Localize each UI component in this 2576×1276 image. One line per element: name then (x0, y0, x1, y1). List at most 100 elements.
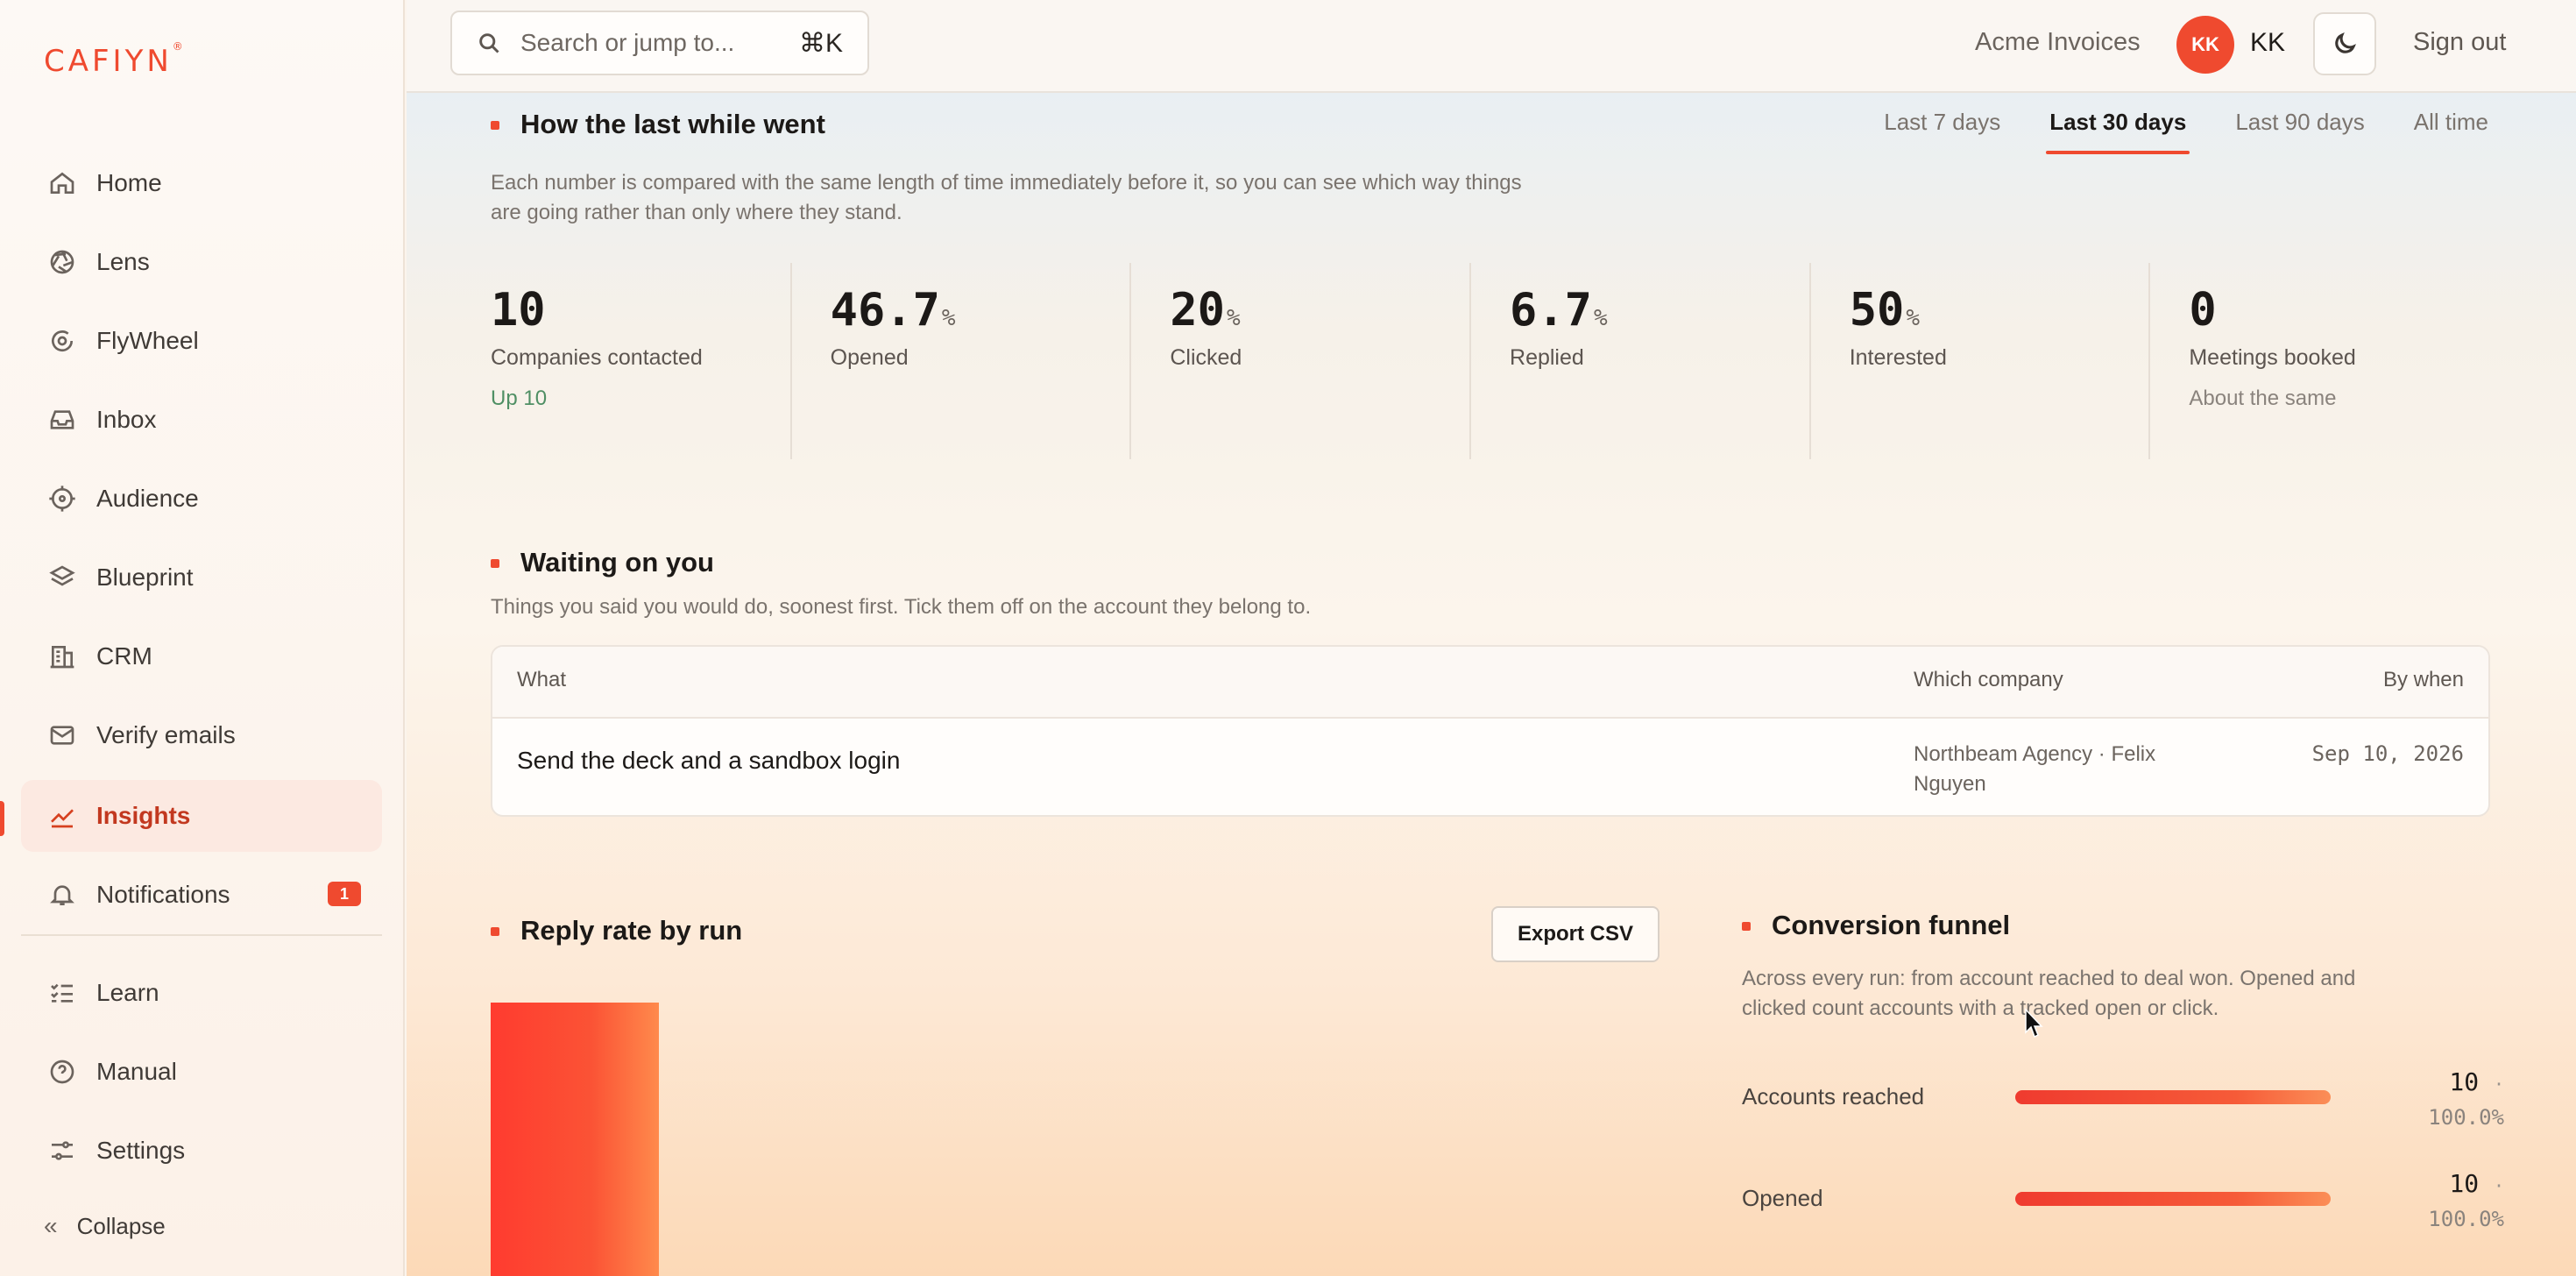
funnel-title: Conversion funnel (1742, 910, 2010, 941)
funnel-description: Across every run: from account reached t… (1742, 964, 2513, 1024)
summary-title: How the last while went (491, 109, 825, 140)
stat-value: 50% (1849, 284, 1920, 337)
flywheel-icon (47, 326, 77, 356)
export-csv-button[interactable]: Export CSV (1491, 906, 1660, 962)
search-placeholder: Search or jump to... (520, 29, 735, 56)
column-what: What (517, 668, 567, 691)
list-check-icon (47, 978, 77, 1008)
moon-icon (2335, 32, 2356, 53)
funnel-bar (2015, 1192, 2331, 1206)
stat-interested: 50% Interested (1808, 263, 2149, 459)
tab-last-90-days[interactable]: Last 90 days (2235, 109, 2364, 136)
funnel-count: 10 (2449, 1169, 2480, 1198)
stats-row: 10 Companies contacted Up 10 46.7% Opene… (491, 263, 2488, 459)
stat-companies-contacted: 10 Companies contacted Up 10 (491, 263, 790, 459)
funnel-bar (2015, 1090, 2331, 1104)
funnel-label: Opened (1742, 1185, 1823, 1211)
stat-meetings-booked: 0 Meetings booked About the same (2148, 263, 2488, 459)
stat-label: Interested (1849, 345, 1947, 370)
mouse-cursor-icon (2025, 1008, 2043, 1039)
sidebar-item-label: Verify emails (96, 721, 236, 748)
sidebar-item-label: Lens (96, 248, 150, 275)
sidebar-item-manual[interactable]: Manual (21, 1036, 382, 1108)
task-company-line: Nguyen (1914, 772, 1986, 796)
aperture-icon (47, 247, 77, 277)
stat-label: Companies contacted (491, 345, 703, 370)
tab-last-30-days[interactable]: Last 30 days (2046, 109, 2190, 154)
active-indicator (0, 801, 4, 836)
collapse-sidebar-button[interactable]: « Collapse (44, 1212, 166, 1240)
sidebar-item-settings[interactable]: Settings (21, 1115, 382, 1187)
mail-icon (47, 720, 77, 750)
inbox-icon (47, 405, 77, 435)
date-range-tabs: Last 7 days Last 30 days Last 90 days Al… (1835, 109, 2488, 154)
funnel-count: 10 (2449, 1067, 2480, 1096)
account-switcher[interactable]: Acme Invoices (1975, 28, 2141, 57)
section-dot (1742, 922, 1751, 931)
double-chevron-left-icon: « (44, 1212, 58, 1239)
collapse-label: Collapse (76, 1212, 166, 1239)
sidebar-item-label: Audience (96, 485, 199, 512)
summary-title-text: How the last while went (520, 109, 825, 139)
stat-value: 6.7% (1510, 284, 1608, 337)
sidebar-item-home[interactable]: Home (21, 147, 382, 219)
theme-toggle-button[interactable] (2313, 12, 2376, 75)
sidebar-item-verify-emails[interactable]: Verify emails (21, 699, 382, 771)
sidebar-item-blueprint[interactable]: Blueprint (21, 542, 382, 613)
funnel-title-text: Conversion funnel (1772, 910, 2011, 940)
sidebar-item-inbox[interactable]: Inbox (21, 384, 382, 456)
sidebar-item-crm[interactable]: CRM (21, 620, 382, 692)
table-row[interactable]: Send the deck and a sandbox login Northb… (492, 719, 2488, 815)
task-company-line: Northbeam Agency · Felix (1914, 742, 2156, 766)
topbar: Search or jump to... ⌘K Acme Invoices KK… (407, 0, 2576, 93)
stat-replied: 6.7% Replied (1469, 263, 1809, 459)
waiting-description: Things you said you would do, soonest fi… (491, 595, 1312, 619)
waiting-title-text: Waiting on you (520, 547, 714, 578)
funnel-value: 10 · 100.0% (2428, 1067, 2504, 1130)
section-dot (491, 559, 499, 568)
tab-all-time[interactable]: All time (2414, 109, 2488, 136)
sidebar-item-label: Inbox (96, 406, 157, 433)
target-icon (47, 484, 77, 514)
summary-description-line: Each number is compared with the same le… (491, 171, 1522, 195)
reply-rate-bar (491, 1003, 659, 1276)
sidebar-item-insights[interactable]: Insights (21, 780, 382, 852)
tab-last-7-days[interactable]: Last 7 days (1884, 109, 2000, 136)
sidebar-item-label: Home (96, 169, 162, 196)
sidebar-item-lens[interactable]: Lens (21, 226, 382, 298)
sidebar-item-label: Blueprint (96, 564, 194, 591)
sidebar-item-notifications[interactable]: Notifications 1 (21, 859, 382, 931)
sidebar: CAFIYN® Home Lens FlyWheel Inbox Audienc… (0, 0, 405, 1276)
home-icon (47, 168, 77, 198)
sidebar-item-flywheel[interactable]: FlyWheel (21, 305, 382, 377)
stat-value: 10 (491, 284, 546, 337)
sidebar-item-label: CRM (96, 642, 152, 670)
stat-clicked: 20% Clicked (1129, 263, 1469, 459)
search-input[interactable]: Search or jump to... ⌘K (450, 11, 869, 75)
sidebar-item-label: Insights (96, 802, 191, 829)
sidebar-item-label: Notifications (96, 881, 230, 908)
sliders-icon (47, 1136, 77, 1166)
sidebar-item-audience[interactable]: Audience (21, 463, 382, 535)
user-initials[interactable]: KK (2250, 28, 2285, 58)
sign-out-button[interactable]: Sign out (2413, 28, 2506, 57)
brand-logo[interactable]: CAFIYN® (44, 40, 183, 79)
sidebar-item-label: Settings (96, 1137, 186, 1164)
task-company[interactable]: Northbeam Agency · Felix Nguyen (1914, 740, 2155, 799)
section-dot (491, 927, 499, 936)
insights-main: How the last while went Last 7 days Last… (407, 93, 2576, 1276)
stat-label: Meetings booked (2189, 345, 2356, 370)
reply-rate-title-text: Reply rate by run (520, 915, 743, 946)
avatar[interactable]: KK (2176, 16, 2234, 74)
funnel-value: 10 · 100.0% (2428, 1169, 2504, 1231)
bell-icon (47, 880, 77, 910)
notification-count-badge: 1 (328, 882, 361, 906)
stat-label: Opened (830, 345, 909, 370)
stat-value: 46.7% (830, 284, 956, 337)
logo-text: CAFIYN (44, 44, 173, 79)
sidebar-item-learn[interactable]: Learn (21, 957, 382, 1029)
summary-description-line: are going rather than only where they st… (491, 201, 902, 224)
logo-mark: ® (172, 40, 183, 53)
funnel-row-opened: Opened 10 · 100.0% (1742, 1169, 2504, 1248)
funnel-row-accounts-reached: Accounts reached 10 · 100.0% (1742, 1067, 2504, 1146)
